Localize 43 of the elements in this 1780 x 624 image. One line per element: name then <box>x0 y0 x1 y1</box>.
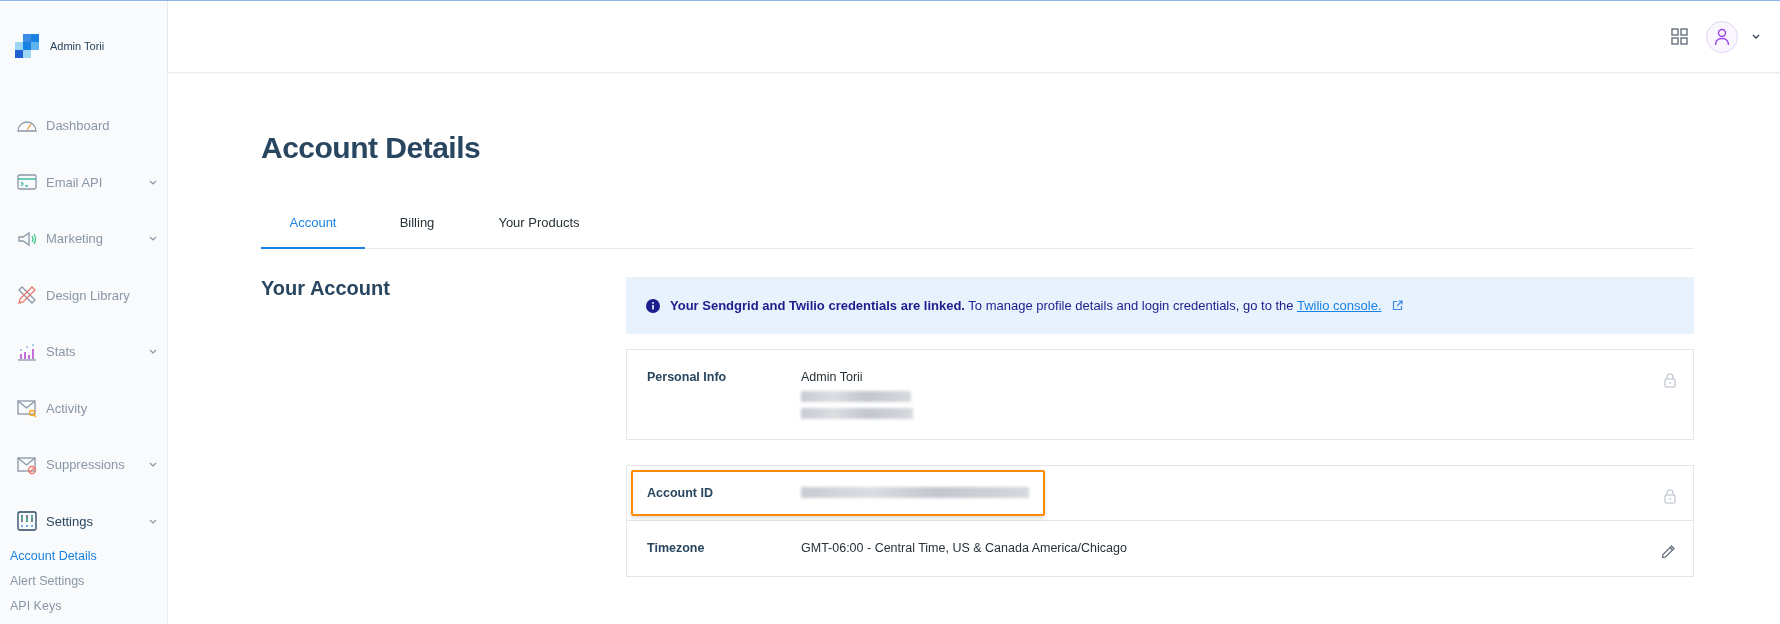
lock-icon <box>1664 489 1676 504</box>
tab[interactable]: Account <box>261 201 365 249</box>
tab[interactable]: Your Products <box>479 201 599 249</box>
terminal-icon <box>16 171 38 193</box>
logo-icon <box>15 34 39 58</box>
sidebar-subitem[interactable]: Account Details <box>0 544 167 569</box>
sidebar-subitem[interactable]: Alert Settings <box>0 569 167 594</box>
tab[interactable]: Billing <box>365 201 469 249</box>
section-title: Your Account <box>261 277 391 301</box>
brand-name: Admin Torii <box>50 40 105 52</box>
sidebar-item[interactable]: Email API <box>0 161 167 203</box>
sidebar-item[interactable]: Settings <box>0 500 167 542</box>
field-value: GMT-06:00 - Central Time, US & Canada America/Chicago <box>801 541 1127 556</box>
info-icon <box>646 298 660 313</box>
grid-icon[interactable] <box>1671 28 1688 45</box>
chevron-down-icon[interactable] <box>1752 34 1760 39</box>
sidebar-item[interactable]: Dashboard <box>0 105 167 146</box>
avatar-button[interactable] <box>1706 20 1738 53</box>
pencil-ruler-icon <box>16 284 38 306</box>
sidebar-item[interactable]: Design Library <box>0 274 167 316</box>
sidebar-item[interactable]: Suppressions <box>0 444 167 485</box>
sidebar-item[interactable]: Activity <box>0 387 167 429</box>
lock-icon <box>1664 373 1676 388</box>
field-label: Account ID <box>647 486 714 500</box>
chevron-down-icon <box>149 462 157 467</box>
chevron-down-icon <box>149 236 157 241</box>
twilio-console-link[interactable]: Twilio console. <box>1296 298 1382 313</box>
pencil-icon[interactable] <box>1661 544 1676 559</box>
field-label: Timezone <box>647 541 706 556</box>
field-label: Personal Info <box>647 370 728 386</box>
chevron-down-icon <box>149 349 157 354</box>
field-value: Admin Torii <box>801 370 864 385</box>
banner-message: Your Sendgrid and Twilio credentials are linked. To manage profile details and login credentials, go to the Twilio console. <box>670 298 1382 313</box>
external-link-icon[interactable] <box>1391 300 1403 311</box>
sidebar-subitem[interactable]: API Keys <box>0 594 167 619</box>
sidebar-item[interactable]: Stats <box>0 331 167 372</box>
sidebar-item[interactable]: Marketing <box>0 218 167 259</box>
chevron-down-icon <box>149 518 157 524</box>
chevron-down-icon <box>149 179 157 185</box>
sliders-icon <box>16 510 38 532</box>
page-title: Account Details <box>261 133 482 163</box>
envelope-search-icon <box>16 397 38 419</box>
person-icon <box>1714 27 1730 46</box>
